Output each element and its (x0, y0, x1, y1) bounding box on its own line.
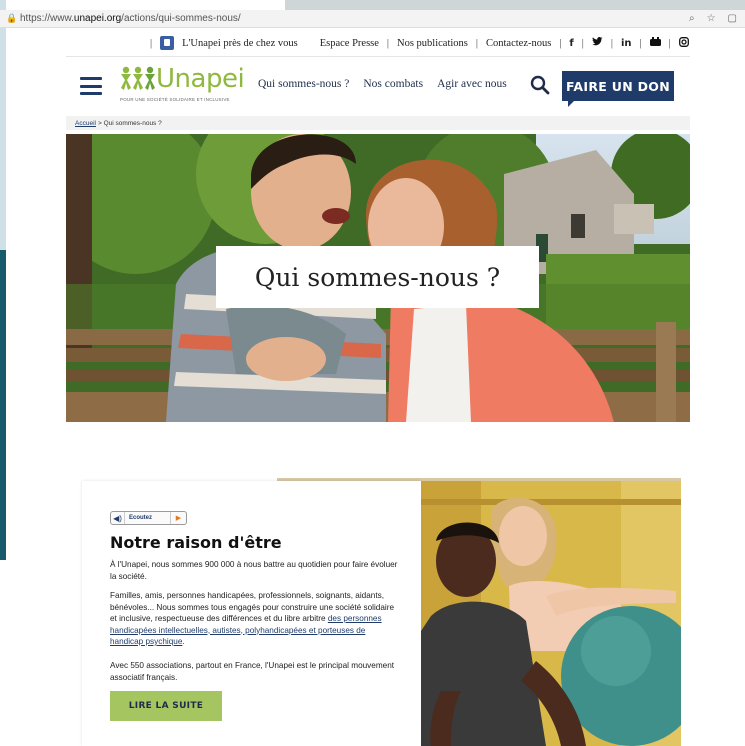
background-shape (0, 250, 6, 560)
youtube-icon[interactable] (649, 37, 661, 49)
press-link[interactable]: Espace Presse (320, 38, 379, 49)
star-icon[interactable]: ☆ (707, 13, 716, 24)
breadcrumb-current: > Qui sommes-nous ? (97, 119, 162, 127)
network-paragraph: Avec 550 associations, partout en France… (110, 661, 395, 682)
logo-wordmark: Unapei (156, 64, 245, 94)
play-icon: ▶ (170, 512, 186, 524)
main-nav: Qui sommes-nous ? Nos combats Agir avec … (258, 78, 507, 90)
raison-d-etre-card: ◀) Ecoutez ▶ Notre raison d'être À l'Una… (82, 481, 421, 746)
menu-icon[interactable] (80, 77, 102, 95)
teens-photo (421, 481, 681, 746)
magnifier-icon[interactable]: ⌕ (689, 13, 695, 24)
nav-item-nos-combats[interactable]: Nos combats (363, 78, 423, 90)
logo-tagline: POUR UNE SOCIÉTÉ SOLIDAIRE ET INCLUSIVE (120, 97, 230, 102)
mission-paragraph: Familles, amis, personnes handicapées, p… (110, 591, 394, 646)
breadcrumb: Accueil > Qui sommes-nous ? (66, 116, 690, 130)
nav-item-qui-sommes-nous[interactable]: Qui sommes-nous ? (258, 78, 349, 90)
page-title: Qui sommes-nous ? (216, 246, 539, 308)
donate-button-tail (568, 101, 574, 107)
near-you-link[interactable]: L'Unapei près de chez vous (182, 38, 298, 49)
utility-bar: | L'Unapei près de chez vous Espace Pres… (150, 34, 689, 52)
nav-item-agir-avec-nous[interactable]: Agir avec nous (437, 78, 507, 90)
divider (66, 56, 690, 57)
section-heading: Notre raison d'être (110, 533, 282, 552)
speaker-icon: ◀) (111, 512, 125, 524)
linkedin-icon[interactable]: in (621, 38, 632, 49)
teens-photo-image (421, 481, 681, 746)
hero-image: Qui sommes-nous ? (66, 134, 690, 422)
background-shape (285, 0, 745, 10)
contact-link[interactable]: Contactez-nous (486, 38, 551, 49)
search-icon[interactable] (530, 75, 550, 95)
intro-paragraph: À l'Unapei, nous sommes 900 000 à nous b… (110, 560, 398, 581)
map-icon[interactable] (160, 36, 175, 50)
publications-link[interactable]: Nos publications (397, 38, 468, 49)
donate-button[interactable]: FAIRE UN DON (562, 71, 674, 101)
read-more-button[interactable]: LIRE LA SUITE (110, 691, 222, 721)
lock-icon: 🔒 (6, 13, 18, 23)
window-icon[interactable]: ▢ (728, 13, 737, 24)
logo[interactable]: Unapei POUR UNE SOCIÉTÉ SOLIDAIRE ET INC… (120, 64, 245, 106)
breadcrumb-home-link[interactable]: Accueil (75, 120, 96, 127)
url-text[interactable]: https://www.unapei.org/actions/qui-somme… (20, 13, 241, 24)
twitter-icon[interactable] (591, 37, 603, 49)
background-shape (0, 0, 6, 250)
instagram-icon[interactable] (678, 36, 689, 50)
browser-url-bar[interactable]: 🔒 https://www.unapei.org/actions/qui-som… (0, 10, 745, 28)
facebook-icon[interactable]: f (569, 38, 573, 49)
logo-mark-icon (121, 66, 155, 90)
listen-button[interactable]: ◀) Ecoutez ▶ (110, 511, 187, 525)
